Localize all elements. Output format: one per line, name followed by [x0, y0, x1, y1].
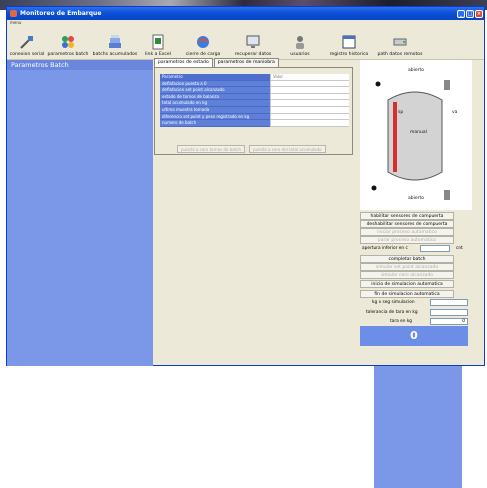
- tool-label: parametros batch: [47, 52, 89, 57]
- tank-diagram: abierto abierto sp va manual: [360, 60, 472, 210]
- row-value[interactable]: [270, 106, 349, 114]
- iniciar-auto-button[interactable]: iniciar proceso automatico: [360, 228, 454, 236]
- simular-cero-button[interactable]: simular cero alcanzado: [360, 271, 454, 279]
- tank-mode: manual: [410, 130, 427, 135]
- habilitar-sensores-button[interactable]: habilitar sensores de compuerta: [360, 212, 454, 220]
- row-key: estado de tornos de balanza: [160, 93, 270, 101]
- apertura-input[interactable]: [420, 245, 450, 252]
- deshabilitar-sensores-button[interactable]: deshabilitar sensores de compuerta: [360, 220, 454, 228]
- tab-strip: parametros de estado parametros de manio…: [154, 58, 280, 67]
- grid-header: Parametro Valor: [160, 74, 349, 81]
- tool-label: cierre de carga: [185, 52, 221, 57]
- tolerancia-label: tolerancia de tara en kg: [366, 310, 418, 315]
- tool-path-datos-remotos[interactable]: path datos remotos: [375, 34, 425, 57]
- toolbar: conexion serial parametros batch batchs …: [7, 26, 484, 60]
- row-key: deflafacion set point alcanzado: [160, 87, 270, 94]
- drive-icon: [393, 38, 407, 46]
- sidebar: Parametros Batch: [7, 60, 153, 366]
- tool-label: usuarios: [290, 52, 310, 57]
- weight-display: 0: [360, 326, 468, 346]
- sidebar-title: Parametros Batch: [7, 60, 153, 70]
- row-value[interactable]: [270, 93, 349, 101]
- row-key: deflafacion puesta a 0: [160, 80, 270, 88]
- reset-total-button[interactable]: puesta a cero del total acumulado: [249, 145, 326, 153]
- fin-simulacion-button[interactable]: fin de simulacion automatica: [360, 290, 454, 298]
- table-row: ultima muestra tomada: [160, 106, 349, 114]
- tool-label: recuperar datos: [234, 52, 272, 57]
- title-bar: Monitoreo de Embarque _ □ ×: [7, 7, 484, 20]
- grid-header-value: Valor: [270, 74, 349, 81]
- row-key: ultima muestra tomada: [160, 106, 270, 114]
- tank-right-tag: va: [452, 110, 458, 115]
- apertura-label: apertura inferior en c: [362, 246, 408, 251]
- bottom-valve: [444, 190, 450, 200]
- tool-label: path datos remotos: [377, 52, 423, 57]
- maximize-button[interactable]: □: [466, 9, 474, 18]
- tool-cierre-carga[interactable]: cierre de carga: [177, 34, 229, 57]
- desktop-background-panel: [374, 362, 462, 488]
- simular-set-point-button[interactable]: simular set point alcanzado: [360, 263, 454, 271]
- row-value[interactable]: [270, 87, 349, 94]
- tara-input[interactable]: 0: [430, 318, 468, 325]
- reset-batch-tornos-button[interactable]: puesta a cero tornos de batch: [177, 145, 246, 153]
- tab-parametros-maniobra[interactable]: parametros de maniobra: [213, 58, 279, 67]
- calendar-icon: [342, 35, 356, 49]
- tool-recuperar-datos[interactable]: recuperar datos: [229, 34, 277, 57]
- tab-parametros-estado[interactable]: parametros de estado: [154, 58, 213, 67]
- table-row: diferencia set point y peso registrado e…: [160, 113, 349, 121]
- tool-label: registro historico: [329, 52, 369, 57]
- parameters-grid: Parametro Valor deflafacion puesta a 0 d…: [160, 74, 349, 127]
- kg-seg-label: kg x seg simulacion: [372, 300, 415, 305]
- tool-registro-historico[interactable]: registro historico: [323, 34, 375, 57]
- apertura-unit: cnt: [456, 246, 463, 251]
- completar-batch-button[interactable]: completar batch: [360, 255, 454, 263]
- tool-usuarios[interactable]: usuarios: [277, 34, 323, 57]
- tool-label: conexion serial: [9, 52, 45, 57]
- tool-batchs-acumulados[interactable]: batchs acumulados: [91, 34, 139, 57]
- row-value[interactable]: [270, 100, 349, 107]
- top-valve: [444, 80, 450, 90]
- row-key: diferencia set point y peso registrado e…: [160, 113, 270, 121]
- users-icon: [296, 36, 304, 49]
- kg-seg-input[interactable]: [430, 299, 468, 306]
- grid-buttons: puesta a cero tornos de batch puesta a c…: [177, 145, 326, 153]
- tolerancia-input[interactable]: [430, 309, 468, 316]
- flower-icon: [62, 36, 74, 48]
- minimize-button[interactable]: _: [457, 9, 465, 18]
- tara-label: tara en kg: [390, 319, 413, 324]
- table-row: deflafacion set point alcanzado: [160, 87, 349, 94]
- tank-left-tag: sp: [398, 110, 404, 115]
- table-row: total acumulado en kg: [160, 100, 349, 107]
- level-bar: [393, 102, 397, 172]
- globe-icon: [197, 36, 209, 48]
- tool-link-excel[interactable]: link a Excel: [139, 34, 177, 57]
- row-value[interactable]: [270, 113, 349, 121]
- window-title: Monitoreo de Embarque: [20, 10, 102, 17]
- top-sensor-indicator: [375, 81, 381, 87]
- cable-icon: [20, 36, 33, 49]
- close-button[interactable]: ×: [475, 9, 483, 18]
- excel-icon: [152, 34, 164, 50]
- bottom-sensor-indicator: [371, 185, 377, 191]
- tool-label: batchs acumulados: [92, 52, 138, 57]
- table-row: deflafacion puesta a 0: [160, 80, 349, 88]
- inicio-simulacion-button[interactable]: inicio de simulacion automatica: [360, 280, 454, 288]
- row-key: total acumulado en kg: [160, 100, 270, 107]
- row-value[interactable]: [270, 80, 349, 88]
- app-icon: [10, 10, 17, 17]
- parar-auto-button[interactable]: parar proceso automatico: [360, 236, 454, 244]
- row-value[interactable]: [270, 120, 349, 127]
- parameters-panel: Parametro Valor deflafacion puesta a 0 d…: [154, 67, 353, 155]
- screen: Monitoreo de Embarque _ □ × menu conexio…: [0, 0, 487, 488]
- table-row: numero de batch: [160, 120, 349, 127]
- tool-parametros-batch[interactable]: parametros batch: [45, 34, 91, 57]
- tool-label: link a Excel: [144, 52, 172, 57]
- grid-header-key: Parametro: [160, 74, 270, 81]
- stack-icon: [109, 35, 121, 48]
- table-row: estado de tornos de balanza: [160, 93, 349, 101]
- tank-graphic: [371, 80, 450, 200]
- monitor-icon: [246, 35, 260, 48]
- tool-conexion-serial[interactable]: conexion serial: [9, 34, 45, 57]
- row-key: numero de batch: [160, 120, 270, 127]
